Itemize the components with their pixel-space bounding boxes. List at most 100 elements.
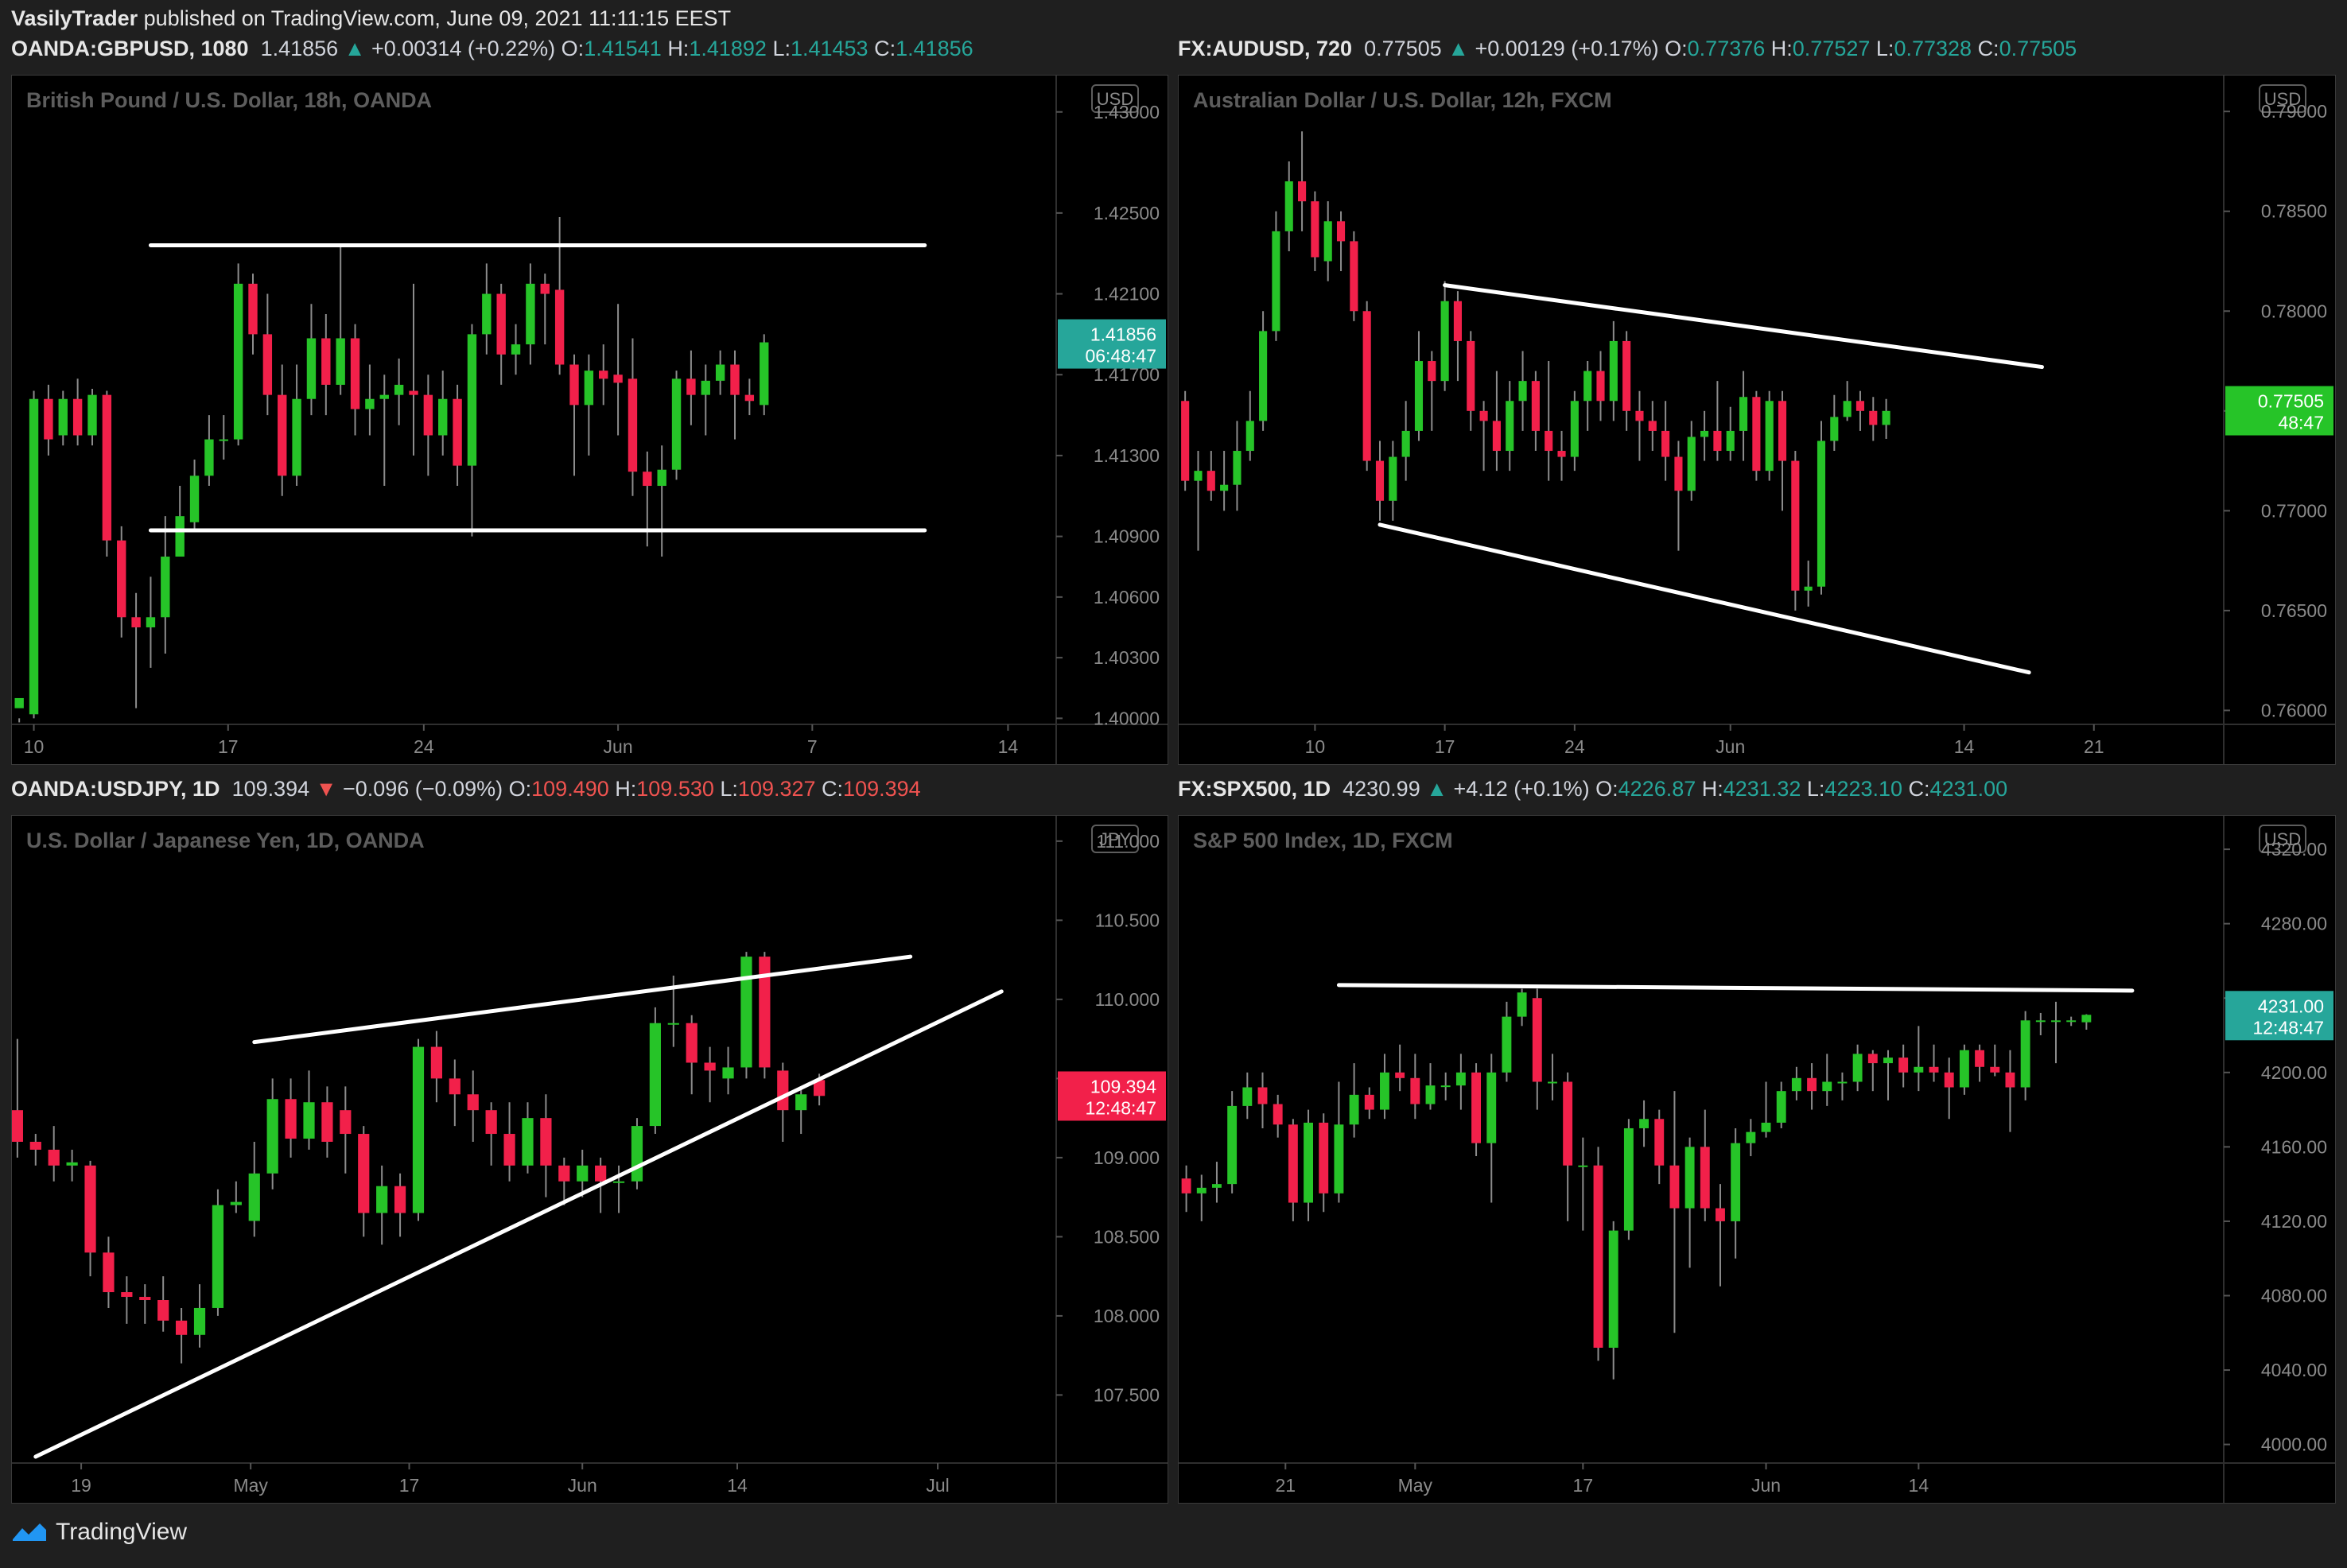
candle (1284, 161, 1293, 251)
candle (219, 415, 228, 460)
candle-body (657, 469, 666, 487)
audusd-chart-panel[interactable]: Australian Dollar / U.S. Dollar, 12h, FX… (1178, 75, 2336, 765)
candle-body (1635, 410, 1644, 421)
x-tick-label: 19 (71, 1475, 91, 1496)
candle-body (1350, 241, 1358, 312)
candle (1674, 441, 1683, 551)
candle-body (1804, 586, 1813, 591)
chart-svg: USD0.790000.785000.780000.775000.770000.… (1179, 76, 2335, 764)
gbpusd-chart-panel[interactable]: British Pound / U.S. Dollar, 18h, OANDA … (11, 75, 1168, 765)
candle (449, 1059, 460, 1127)
close-value: 4231.00 (1929, 777, 2008, 801)
candle (2005, 1050, 2015, 1132)
candle (1207, 451, 1215, 501)
candle (1869, 397, 1878, 441)
candle-body (1298, 181, 1307, 202)
candle-body (1746, 1131, 1756, 1143)
candle-body (569, 364, 579, 406)
y-tick-label: 4080.00 (2261, 1285, 2327, 1306)
candle-body (266, 1099, 278, 1174)
candle (1661, 401, 1670, 481)
candle (1716, 1184, 1725, 1287)
candle (715, 350, 725, 395)
y-tick-label: 4000.00 (2261, 1434, 2327, 1455)
candle (467, 324, 477, 537)
candle-body (1855, 401, 1865, 411)
candle (558, 1157, 570, 1205)
candle (1506, 381, 1514, 472)
candle-body (1284, 181, 1293, 231)
candle (730, 350, 740, 440)
x-tick-label: 10 (1305, 736, 1326, 757)
candle (649, 1007, 661, 1135)
candle-body (1401, 430, 1410, 457)
candle (1233, 421, 1242, 511)
candle-body (1362, 311, 1371, 461)
candle-body (1700, 430, 1709, 437)
candle-body (219, 439, 228, 441)
candle-body (1713, 430, 1722, 452)
candle-body (1869, 410, 1878, 425)
candle-body (2051, 1020, 2061, 1023)
bar-countdown: 06:48:47 (1085, 346, 1156, 367)
y-tick-label: 108.500 (1094, 1226, 1160, 1247)
candle (278, 364, 287, 496)
candle (103, 1236, 115, 1308)
candle-body (285, 1099, 297, 1139)
change: +0.00314 (+0.22%) (371, 37, 556, 60)
candle-body (1227, 1105, 1238, 1185)
candle-body (262, 334, 273, 395)
candle (376, 1165, 388, 1245)
candle (1492, 371, 1501, 472)
spx500-chart-panel[interactable]: S&P 500 Index, 1D, FXCM USD 4320.00 4280.0… (1178, 815, 2336, 1504)
x-tick-label: 10 (24, 736, 45, 757)
candle-body (321, 1102, 333, 1142)
candle (599, 344, 608, 406)
candle-body (1272, 231, 1280, 332)
candle (540, 274, 550, 345)
candle (2051, 1001, 2061, 1064)
candle-body (1212, 1184, 1222, 1188)
last-price-value: 1.41856 (1090, 324, 1156, 345)
candle (394, 358, 404, 425)
candle (102, 390, 112, 557)
close-value: 0.77505 (1999, 37, 2077, 60)
candle-body (1608, 1230, 1618, 1348)
tradingview-footer[interactable]: TradingView (11, 1519, 187, 1546)
candle-body (1654, 1119, 1665, 1166)
candle (526, 263, 535, 365)
candle (511, 324, 521, 375)
candle-body (1852, 1054, 1863, 1082)
candle-body (1739, 397, 1748, 431)
candle-body (438, 398, 448, 436)
y-tick-label: 4040.00 (2261, 1360, 2327, 1380)
candle (285, 1078, 297, 1158)
author-name: VasilyTrader (11, 6, 138, 30)
x-tick-label: 17 (399, 1475, 420, 1496)
candle-body (558, 1165, 570, 1182)
candle-body (577, 1165, 589, 1182)
candle (1227, 1091, 1238, 1193)
candle-body (176, 1320, 188, 1335)
x-tick-label: 21 (2084, 736, 2104, 757)
usdjpy-chart-panel[interactable]: U.S. Dollar / Japanese Yen, 1D, OANDA JP… (11, 815, 1168, 1504)
candle (176, 1307, 188, 1364)
candle-body (467, 1094, 479, 1111)
candle-body (540, 283, 550, 294)
chart-title: U.S. Dollar / Japanese Yen, 1D, OANDA (26, 829, 425, 852)
candle-body (1196, 1187, 1207, 1193)
candle-body (103, 1252, 115, 1293)
candle (423, 375, 433, 476)
candle (212, 1189, 224, 1316)
candle-body (1428, 361, 1436, 382)
candle (1746, 1119, 1756, 1157)
open-value: 1.41541 (584, 37, 662, 60)
y-tick-label: 4160.00 (2261, 1136, 2327, 1157)
candle-body (1453, 301, 1463, 341)
candle-body (1257, 1087, 1268, 1104)
candle (554, 216, 565, 375)
candle (1791, 451, 1800, 611)
change: +4.12 (+0.1%) (1453, 777, 1590, 801)
candle (175, 486, 185, 557)
candle (1440, 1072, 1451, 1100)
